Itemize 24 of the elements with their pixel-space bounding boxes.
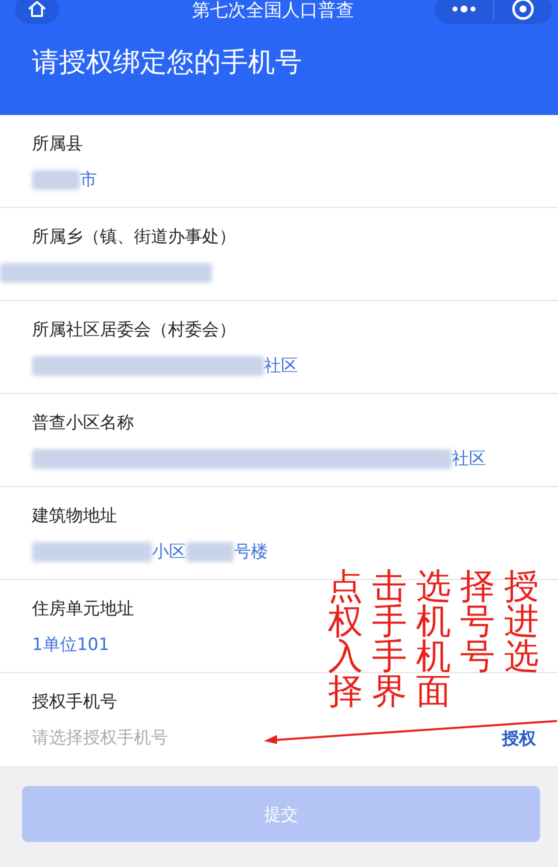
field-value: 市 xyxy=(80,169,97,191)
field-label: 授权手机号 xyxy=(32,691,117,713)
phone-field[interactable]: 请选择授权手机号 xyxy=(32,728,502,748)
field-label: 所属乡（镇、街道办事处） xyxy=(32,226,236,248)
field-value: 社区 xyxy=(264,355,298,377)
field-value: 小区 xyxy=(152,541,186,563)
target-icon xyxy=(511,0,535,21)
blurred-text xyxy=(32,170,80,190)
field-label: 所属县 xyxy=(32,132,83,154)
field-value: 社区 xyxy=(452,448,486,470)
home-button[interactable] xyxy=(15,0,59,24)
app-title: 第七次全国人口普查 xyxy=(192,0,354,22)
page-heading: 请授权绑定您的手机号 xyxy=(31,46,303,80)
authorize-button[interactable]: 授权 xyxy=(502,726,536,750)
field-label: 所属社区居委会（村委会） xyxy=(32,318,236,340)
annotation-text: 点击选择授权手机号进入手机号选择界面 xyxy=(328,570,549,710)
field-value: 号楼 xyxy=(234,541,268,563)
field-label: 住房单元地址 xyxy=(32,598,134,620)
field-value: 1单位101 xyxy=(32,634,110,656)
field-label: 普查小区名称 xyxy=(32,412,134,434)
home-icon xyxy=(27,0,47,18)
more-icon xyxy=(451,5,477,13)
blurred-text xyxy=(186,542,234,562)
field-label: 建筑物地址 xyxy=(32,504,117,526)
